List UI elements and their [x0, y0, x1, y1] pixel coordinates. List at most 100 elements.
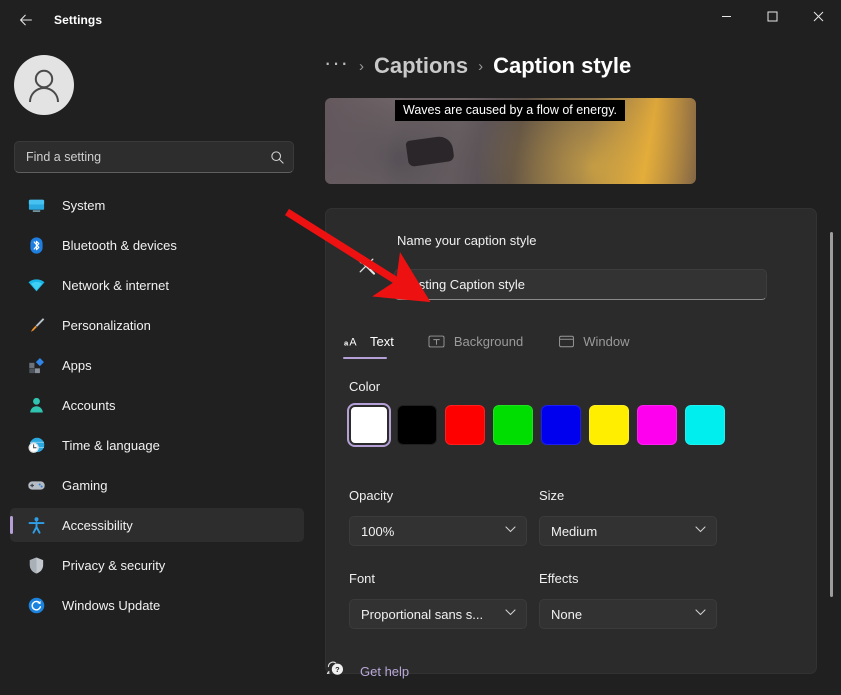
settings-window: Settings [0, 0, 841, 695]
color-swatch-black[interactable] [397, 405, 437, 445]
pen-brush-style-icon [353, 253, 379, 279]
sidebar-item-bluetooth-devices[interactable]: Bluetooth & devices [10, 228, 304, 262]
tab-label: Text [370, 334, 394, 349]
sidebar-item-personalization[interactable]: Personalization [10, 308, 304, 342]
preview-photo-detail [405, 134, 454, 166]
sidebar-item-label: Personalization [62, 318, 151, 333]
color-swatch-white[interactable] [349, 405, 389, 445]
sidebar-item-accessibility[interactable]: Accessibility [10, 508, 304, 542]
window-icon [557, 332, 575, 350]
scrollbar-thumb[interactable] [830, 232, 833, 597]
background-box-icon [428, 332, 446, 350]
color-swatch-yellow[interactable] [589, 405, 629, 445]
color-swatch-green[interactable] [493, 405, 533, 445]
tab-label: Window [583, 334, 629, 349]
back-button[interactable] [8, 4, 44, 36]
minimize-icon [721, 11, 732, 22]
sidebar-item-apps[interactable]: Apps [10, 348, 304, 382]
update-refresh-icon [26, 595, 46, 615]
gamepad-icon [26, 475, 46, 495]
svg-text:?: ? [335, 665, 340, 674]
breadcrumb-separator: › [478, 58, 483, 75]
breadcrumb-separator: › [359, 58, 364, 75]
effects-dropdown[interactable]: None [539, 599, 717, 629]
effects-value: None [551, 607, 582, 622]
sidebar-item-privacy-security[interactable]: Privacy & security [10, 548, 304, 582]
shield-icon [26, 555, 46, 575]
search-box[interactable] [14, 141, 294, 173]
content-scrollbar[interactable] [826, 90, 836, 690]
close-icon [813, 11, 824, 22]
sidebar-item-label: Network & internet [62, 278, 169, 293]
breadcrumb-link-captions[interactable]: Captions [374, 53, 468, 79]
app-title: Settings [54, 13, 102, 27]
sidebar-item-gaming[interactable]: Gaming [10, 468, 304, 502]
caption-style-name-input[interactable] [394, 269, 767, 300]
sidebar-item-label: Accounts [62, 398, 115, 413]
sidebar-item-label: Apps [62, 358, 92, 373]
opacity-dropdown[interactable]: 100% [349, 516, 527, 546]
name-field-label: Name your caption style [397, 233, 536, 248]
sidebar-nav: System Bluetooth & devices [10, 188, 304, 628]
size-label: Size [539, 488, 564, 503]
wifi-icon [26, 275, 46, 295]
sidebar-item-accounts[interactable]: Accounts [10, 388, 304, 422]
style-target-tabs: a A Text Background [340, 327, 633, 359]
accessibility-icon [26, 515, 46, 535]
back-arrow-icon [18, 12, 34, 28]
caption-style-card: Name your caption style a A [325, 208, 817, 674]
person-icon [26, 395, 46, 415]
color-swatch-magenta[interactable] [637, 405, 677, 445]
size-value: Medium [551, 524, 597, 539]
help-question-icon: ? [326, 660, 346, 683]
content-pane: ··· › Captions › Caption style Waves are… [314, 40, 841, 695]
tab-window[interactable]: Window [553, 327, 633, 359]
minimize-button[interactable] [703, 0, 749, 32]
font-label: Font [349, 571, 375, 586]
sidebar-item-time-language[interactable]: Time & language [10, 428, 304, 462]
search-input[interactable] [26, 150, 270, 164]
apps-icon [26, 355, 46, 375]
sidebar-item-network-internet[interactable]: Network & internet [10, 268, 304, 302]
color-swatch-cyan[interactable] [685, 405, 725, 445]
sidebar-item-windows-update[interactable]: Windows Update [10, 588, 304, 622]
text-aA-icon: a A [344, 332, 362, 350]
maximize-icon [767, 11, 778, 22]
maximize-button[interactable] [749, 0, 795, 32]
breadcrumb-overflow-button[interactable]: ··· [324, 52, 349, 80]
font-value: Proportional sans s... [361, 607, 483, 622]
color-section-label: Color [349, 379, 380, 394]
window-controls [703, 0, 841, 32]
get-help-label: Get help [360, 664, 409, 679]
sidebar: System Bluetooth & devices [0, 40, 314, 695]
tab-background[interactable]: Background [424, 327, 527, 359]
paintbrush-icon [26, 315, 46, 335]
tab-text[interactable]: a A Text [340, 327, 398, 359]
caption-preview: Waves are caused by a flow of energy. [325, 98, 696, 184]
color-swatch-list [349, 405, 725, 445]
color-swatch-blue[interactable] [541, 405, 581, 445]
sidebar-item-label: System [62, 198, 105, 213]
size-dropdown[interactable]: Medium [539, 516, 717, 546]
opacity-label: Opacity [349, 488, 393, 503]
get-help-link[interactable]: ? Get help [326, 660, 409, 683]
monitor-icon [26, 195, 46, 215]
sidebar-item-label: Time & language [62, 438, 160, 453]
font-dropdown[interactable]: Proportional sans s... [349, 599, 527, 629]
sidebar-item-system[interactable]: System [10, 188, 304, 222]
sidebar-item-label: Bluetooth & devices [62, 238, 177, 253]
close-button[interactable] [795, 0, 841, 32]
chevron-down-icon [505, 609, 516, 619]
opacity-value: 100% [361, 524, 394, 539]
chevron-down-icon [695, 526, 706, 536]
svg-text:A: A [349, 336, 357, 348]
color-swatch-red[interactable] [445, 405, 485, 445]
avatar[interactable] [14, 55, 74, 115]
page-title: Caption style [493, 53, 631, 79]
bluetooth-icon [26, 235, 46, 255]
person-avatar-icon [14, 55, 74, 115]
search-icon[interactable] [270, 150, 285, 165]
tab-label: Background [454, 334, 523, 349]
svg-text:a: a [344, 338, 349, 347]
chevron-down-icon [695, 609, 706, 619]
